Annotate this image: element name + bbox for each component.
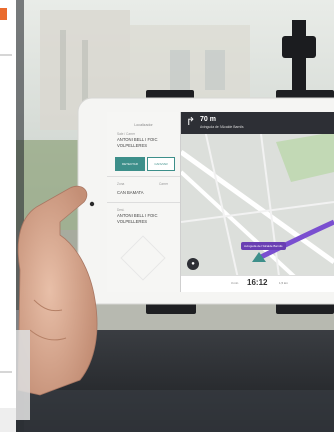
- photo-scene: Localizador Sale / Carrer ANTONI BELL I …: [0, 0, 334, 432]
- hand-overlay: [16, 185, 98, 420]
